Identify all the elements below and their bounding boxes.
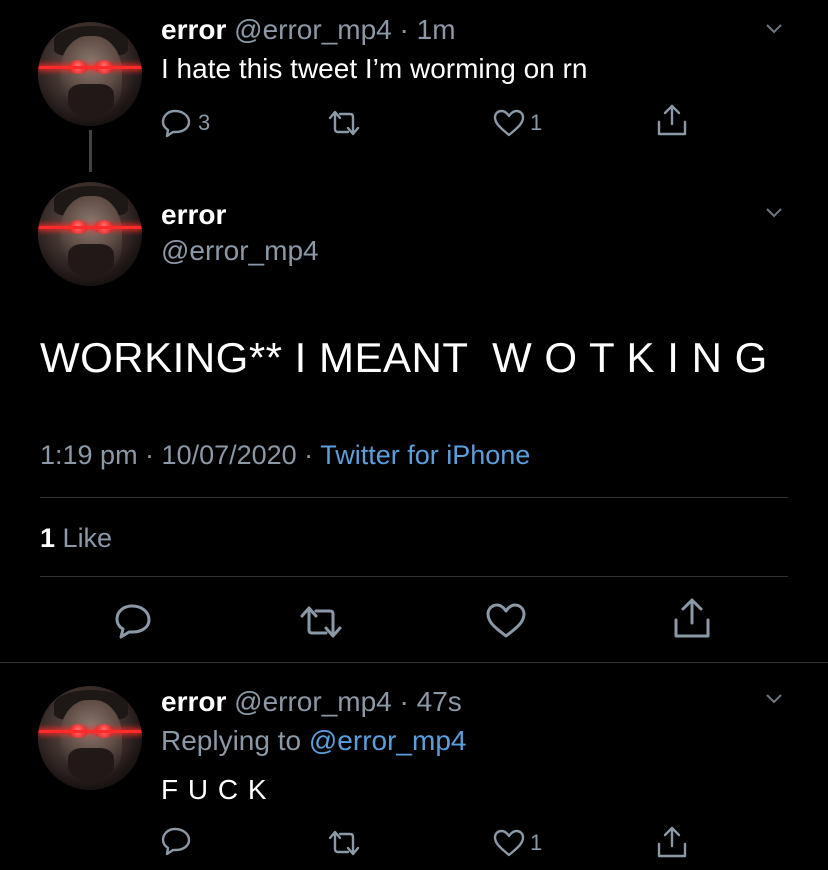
display-name[interactable]: error [161, 199, 226, 231]
display-name[interactable]: error [161, 14, 226, 45]
tweet-header: error @error_mp4 · 1m [161, 14, 456, 46]
likes-label: Like [62, 523, 113, 553]
source-link[interactable]: Twitter for iPhone [320, 440, 530, 470]
timestamp: 1:19 pm · 10/07/2020 · [40, 440, 314, 470]
share-icon[interactable] [655, 102, 689, 138]
handle[interactable]: @error_mp4 [234, 14, 392, 45]
avatar[interactable] [38, 182, 142, 286]
share-icon[interactable] [672, 596, 712, 640]
chevron-down-icon[interactable] [766, 24, 782, 34]
avatar[interactable] [38, 686, 142, 790]
chevron-down-icon[interactable] [766, 208, 782, 218]
divider [0, 662, 828, 663]
tweet-header: error @error_mp4 · 47s [161, 686, 462, 718]
chevron-down-icon[interactable] [766, 694, 782, 704]
replying-to: Replying to @error_mp4 [161, 725, 466, 757]
reply-icon[interactable] [161, 108, 193, 138]
share-icon[interactable] [655, 824, 689, 860]
tweet-time: · 47s [399, 686, 462, 717]
replying-to-label: Replying to [161, 725, 302, 756]
like-icon[interactable] [492, 828, 526, 858]
tweet-time: · 1m [399, 14, 456, 45]
likes-summary[interactable]: 1 Like [40, 523, 112, 554]
thread-line [89, 130, 92, 172]
tweet-text: WORKING** I MEANT W O T K I N G [40, 334, 768, 381]
like-icon[interactable] [485, 602, 527, 640]
like-icon[interactable] [492, 108, 526, 138]
like-count: 1 [530, 830, 543, 855]
tweet-text: I hate this tweet I’m worming on rn [161, 53, 588, 84]
tweet-timestamp: 1:19 pm · 10/07/2020 · Twitter for iPhon… [40, 440, 530, 471]
avatar[interactable] [38, 22, 142, 126]
divider [40, 497, 788, 498]
retweet-icon[interactable] [298, 604, 344, 640]
handle[interactable]: @error_mp4 [234, 686, 392, 717]
handle[interactable]: @error_mp4 [161, 235, 319, 267]
retweet-icon[interactable] [326, 108, 362, 138]
like-count: 1 [530, 110, 543, 135]
likes-count: 1 [40, 523, 56, 553]
reply-count: 3 [198, 110, 211, 135]
display-name[interactable]: error [161, 686, 226, 717]
reply-icon[interactable] [114, 602, 154, 640]
divider [40, 576, 788, 577]
reply-icon[interactable] [161, 826, 193, 856]
tweet-text: F U C K [161, 774, 268, 805]
replying-to-handle[interactable]: @error_mp4 [309, 725, 467, 756]
retweet-icon[interactable] [326, 828, 362, 858]
